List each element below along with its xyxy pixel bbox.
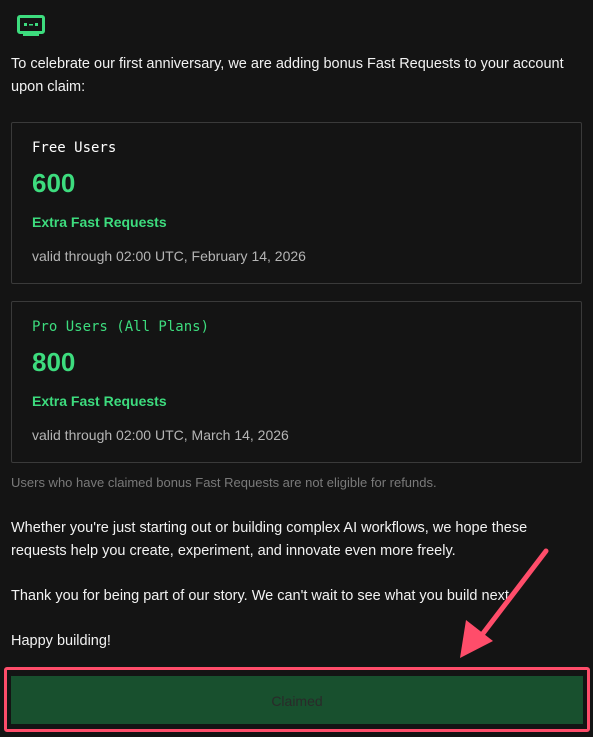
card-title: Free Users [32, 140, 117, 156]
intro-text: To celebrate our first anniversary, we a… [11, 56, 564, 95]
robot-face-icon [17, 15, 45, 36]
paragraph: Whether you're just starting out or buil… [11, 520, 528, 559]
paragraph: Thank you for being part of our story. W… [11, 588, 513, 604]
card-validity: valid through 02:00 UTC, March 14, 2026 [32, 427, 289, 443]
card-validity: valid through 02:00 UTC, February 14, 20… [32, 248, 306, 264]
card-amount: 600 [32, 168, 76, 198]
card-title: Pro Users (All Plans) [32, 319, 210, 335]
free-users-card: Free Users 600 Extra Fast Requests valid… [11, 122, 582, 284]
card-label: Extra Fast Requests [32, 393, 167, 409]
refund-note: Users who have claimed bonus Fast Reques… [11, 475, 437, 490]
paragraph: Happy building! [11, 633, 111, 649]
card-label: Extra Fast Requests [32, 214, 167, 230]
pro-users-card: Pro Users (All Plans) 800 Extra Fast Req… [11, 301, 582, 463]
card-amount: 800 [32, 347, 76, 377]
claim-button[interactable]: Claimed [11, 676, 583, 724]
